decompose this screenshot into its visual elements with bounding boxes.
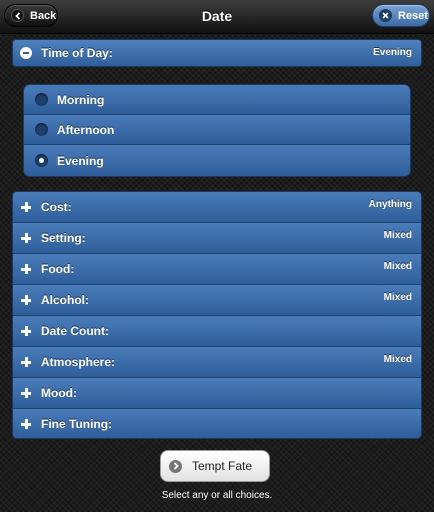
top-bar: Date Back Reset	[0, 0, 434, 34]
radio-checked-icon	[35, 154, 48, 167]
option-label: Evening	[57, 153, 104, 168]
row-alcohol[interactable]: Alcohol: Mixed	[13, 285, 421, 316]
row-value: Mixed	[383, 292, 412, 303]
row-label: Setting:	[41, 231, 86, 245]
minus-icon	[20, 47, 32, 59]
plus-icon	[20, 232, 32, 244]
time-of-day-value: Evening	[373, 47, 412, 58]
row-setting[interactable]: Setting: Mixed	[13, 223, 421, 254]
back-button[interactable]: Back	[4, 4, 58, 27]
radio-icon	[35, 123, 48, 136]
row-label: Cost:	[41, 200, 72, 214]
close-icon	[379, 9, 392, 22]
time-of-day-header[interactable]: Time of Day: Evening	[12, 39, 422, 67]
option-evening[interactable]: Evening	[24, 145, 410, 176]
row-label: Alcohol:	[41, 293, 89, 307]
reset-label: Reset	[398, 9, 428, 22]
row-cost[interactable]: Cost: Anything	[13, 192, 421, 223]
row-label: Fine Tuning:	[41, 416, 113, 431]
plus-icon	[20, 325, 32, 337]
row-date-count[interactable]: Date Count:	[13, 316, 421, 347]
chevron-right-icon	[169, 459, 182, 473]
plus-icon	[20, 387, 32, 399]
row-label: Food:	[41, 262, 75, 276]
row-label: Atmosphere:	[41, 355, 116, 369]
row-fine-tuning[interactable]: Fine Tuning:	[13, 409, 421, 438]
row-value: Mixed	[383, 261, 412, 272]
row-mood[interactable]: Mood:	[13, 378, 421, 409]
row-label: Mood:	[41, 386, 77, 400]
row-value: Mixed	[383, 230, 412, 241]
plus-icon	[20, 294, 32, 306]
option-morning[interactable]: Morning	[24, 85, 410, 115]
radio-icon	[35, 93, 48, 106]
row-value: Anything	[368, 199, 412, 210]
tempt-fate-label: Tempt Fate	[192, 459, 253, 473]
reset-button[interactable]: Reset	[372, 4, 430, 27]
row-food[interactable]: Food: Mixed	[13, 254, 421, 285]
row-value: Mixed	[383, 354, 412, 365]
time-of-day-label: Time of Day:	[41, 46, 113, 60]
option-label: Morning	[57, 92, 105, 107]
plus-icon	[20, 201, 32, 213]
choices-list: Cost: Anything Setting: Mixed Food: Mixe…	[12, 191, 422, 439]
row-atmosphere[interactable]: Atmosphere: Mixed	[13, 347, 421, 378]
option-afternoon[interactable]: Afternoon	[24, 115, 410, 145]
option-label: Afternoon	[57, 122, 115, 137]
page-title: Date	[201, 8, 233, 24]
back-label: Back	[30, 9, 57, 22]
row-label: Date Count:	[41, 324, 109, 338]
time-of-day-options: Morning Afternoon Evening	[23, 84, 411, 177]
chevron-left-icon	[11, 9, 24, 22]
plus-icon	[20, 356, 32, 368]
tempt-fate-button[interactable]: Tempt Fate	[160, 450, 270, 482]
plus-icon	[20, 418, 32, 430]
hint-text: Select any or all choices.	[161, 490, 273, 501]
plus-icon	[20, 263, 32, 275]
